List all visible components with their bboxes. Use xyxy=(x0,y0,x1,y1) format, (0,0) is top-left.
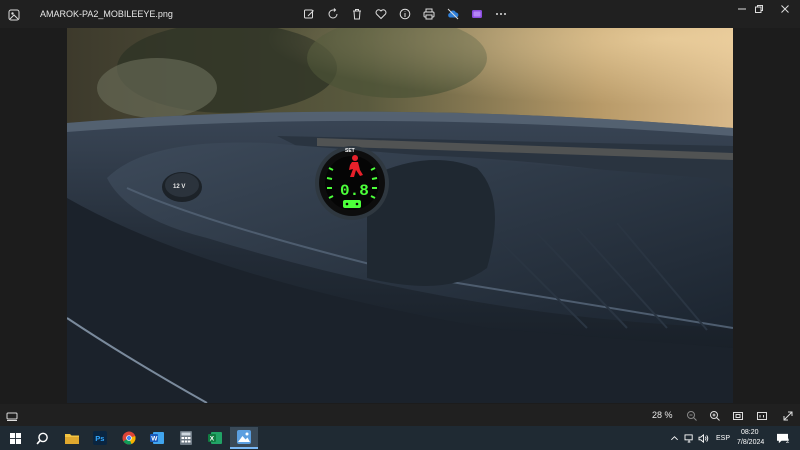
photos-icon[interactable] xyxy=(230,427,258,449)
vehicle-ahead-icon xyxy=(343,200,361,208)
start-icon[interactable] xyxy=(6,429,24,447)
notification-count: 2 xyxy=(786,439,790,445)
clock-time[interactable]: 08:20 xyxy=(741,429,759,436)
photoshop-icon[interactable]: Ps xyxy=(91,429,109,447)
clock-date[interactable]: 7/8/2024 xyxy=(737,439,764,446)
photos-app-icon xyxy=(8,8,20,21)
more-icon[interactable] xyxy=(489,6,513,22)
filmstrip-icon[interactable] xyxy=(6,409,18,421)
edit-icon[interactable] xyxy=(297,6,321,22)
info-icon[interactable] xyxy=(393,6,417,22)
svg-text:Ps: Ps xyxy=(95,434,104,443)
print-icon[interactable] xyxy=(417,6,441,22)
actual-size-icon[interactable] xyxy=(756,409,768,421)
file-explorer-icon[interactable] xyxy=(63,429,81,447)
image-viewer: 12 V SET 0.8 xyxy=(0,28,800,404)
zoom-out-icon[interactable] xyxy=(686,409,698,421)
svg-text:X: X xyxy=(210,436,215,443)
search-icon[interactable] xyxy=(33,429,51,447)
word-icon[interactable]: W xyxy=(148,429,166,447)
zoom-level: 28 % xyxy=(652,410,673,420)
favorite-icon[interactable] xyxy=(369,6,393,22)
volume-icon[interactable] xyxy=(697,429,709,447)
close-button[interactable] xyxy=(770,2,800,16)
chevron-up-icon[interactable] xyxy=(668,429,680,447)
excel-icon[interactable]: X xyxy=(206,429,224,447)
port-label: 12 V xyxy=(173,184,185,190)
network-icon[interactable] xyxy=(683,429,695,447)
dashboard-photo: 12 V SET 0.8 xyxy=(67,28,733,403)
file-name: AMAROK-PA2_MOBILEEYE.png xyxy=(40,9,173,19)
photo: 12 V SET 0.8 xyxy=(67,28,733,403)
chrome-icon[interactable] xyxy=(120,429,138,447)
clipchamp-icon[interactable] xyxy=(465,6,489,22)
image-toolbar xyxy=(297,6,513,22)
fit-to-window-icon[interactable] xyxy=(732,409,744,421)
rotate-icon[interactable] xyxy=(321,6,345,22)
fullscreen-icon[interactable] xyxy=(782,409,794,421)
taskbar: Ps W X ESP 08:20 7/8/2024 2 xyxy=(0,426,800,450)
status-bar: 28 % xyxy=(0,404,800,426)
cloud-icon[interactable] xyxy=(441,6,465,22)
svg-text:W: W xyxy=(151,436,158,443)
delete-icon[interactable] xyxy=(345,6,369,22)
calculator-icon[interactable] xyxy=(177,429,195,447)
zoom-in-icon[interactable] xyxy=(709,409,721,421)
title-bar: AMAROK-PA2_MOBILEEYE.png xyxy=(0,0,800,28)
gauge-set-label: SET xyxy=(345,148,355,154)
gauge-speed-reading: 0.8 xyxy=(340,182,369,200)
language-indicator[interactable]: ESP xyxy=(716,435,730,442)
